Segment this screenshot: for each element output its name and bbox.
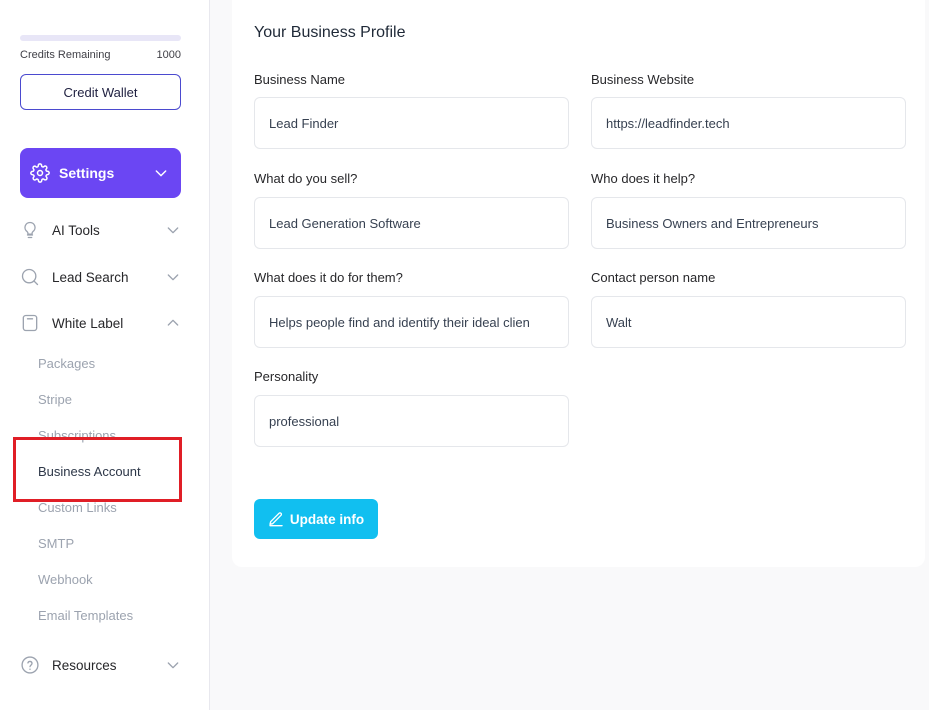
- what-do-label: What does it do for them?: [254, 270, 403, 285]
- business-website-input[interactable]: https://leadfinder.tech: [591, 97, 906, 149]
- sub-item-custom-links[interactable]: Custom Links: [38, 500, 117, 515]
- settings-label: Settings: [59, 165, 115, 181]
- contact-name-input[interactable]: Walt: [591, 296, 906, 348]
- highlight-box: [13, 437, 182, 502]
- what-do-input[interactable]: Helps people find and identify their ide…: [254, 296, 569, 348]
- chevron-down-icon: [153, 165, 169, 181]
- search-icon: [20, 267, 40, 287]
- sub-item-packages[interactable]: Packages: [38, 356, 95, 371]
- nav-item-label: Lead Search: [52, 269, 129, 285]
- sub-item-webhook[interactable]: Webhook: [38, 572, 93, 587]
- nav-item-label: White Label: [52, 315, 124, 331]
- contact-name-label: Contact person name: [591, 270, 716, 285]
- sub-item-email-templates[interactable]: Email Templates: [38, 608, 133, 623]
- sidebar: Credits Remaining 1000 Credit Wallet Set…: [0, 0, 210, 710]
- nav-item-white-label[interactable]: White Label: [20, 310, 181, 336]
- lightbulb-icon: [20, 220, 40, 240]
- page-title: Your Business Profile: [254, 24, 406, 41]
- help-circle-icon: [20, 655, 40, 675]
- nav-item-resources[interactable]: Resources: [20, 652, 181, 678]
- chevron-down-icon: [165, 269, 181, 285]
- chevron-down-icon: [165, 222, 181, 238]
- what-sell-label: What do you sell?: [254, 171, 358, 186]
- credits-progress-bar: [20, 35, 181, 41]
- settings-menu-button[interactable]: Settings: [20, 148, 181, 198]
- chevron-down-icon: [165, 657, 181, 673]
- update-info-label: Update info: [289, 511, 365, 527]
- credits-value: 1000: [156, 49, 181, 61]
- nav-item-label: Resources: [52, 657, 117, 673]
- business-profile-card: Your Business Profile Business Name Lead…: [232, 0, 925, 567]
- gear-icon: [30, 163, 50, 183]
- business-website-label: Business Website: [591, 72, 695, 87]
- what-sell-input[interactable]: Lead Generation Software: [254, 197, 569, 249]
- credits-row: Credits Remaining 1000: [20, 49, 181, 61]
- pencil-icon: [268, 511, 284, 527]
- business-name-input[interactable]: Lead Finder: [254, 97, 569, 149]
- who-help-input[interactable]: Business Owners and Entrepreneurs: [591, 197, 906, 249]
- personality-label: Personality: [254, 369, 319, 384]
- nav-item-ai-tools[interactable]: AI Tools: [20, 217, 181, 243]
- update-info-button[interactable]: Update info: [254, 499, 378, 539]
- sub-item-smtp[interactable]: SMTP: [38, 536, 74, 551]
- who-help-label: Who does it help?: [591, 171, 696, 186]
- sub-item-stripe[interactable]: Stripe: [38, 392, 72, 407]
- chevron-up-icon: [165, 315, 181, 331]
- nav-item-lead-search[interactable]: Lead Search: [20, 264, 181, 290]
- personality-input[interactable]: professional: [254, 395, 569, 447]
- credit-wallet-button[interactable]: Credit Wallet: [20, 74, 181, 110]
- credits-label: Credits Remaining: [20, 49, 111, 61]
- tag-icon: [20, 313, 40, 333]
- nav-item-label: AI Tools: [52, 222, 100, 238]
- business-name-label: Business Name: [254, 72, 346, 87]
